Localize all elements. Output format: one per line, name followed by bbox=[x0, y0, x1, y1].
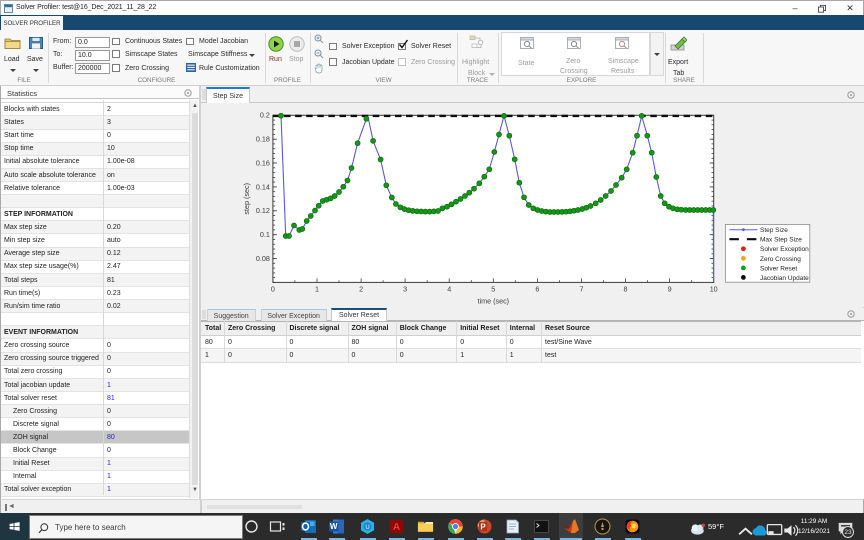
svg-text:U: U bbox=[365, 525, 369, 531]
svg-text:Step Size: Step Size bbox=[760, 227, 788, 234]
svg-text:0.12: 0.12 bbox=[256, 206, 270, 215]
svg-text:0.16: 0.16 bbox=[256, 158, 270, 167]
svg-text:Zero Crossing: Zero Crossing bbox=[760, 256, 801, 263]
svg-text:9: 9 bbox=[668, 284, 672, 293]
svg-text:Jacobian Update: Jacobian Update bbox=[760, 275, 809, 282]
svg-text:0.18: 0.18 bbox=[256, 135, 270, 144]
svg-text:0: 0 bbox=[271, 284, 275, 293]
svg-text:0.2: 0.2 bbox=[260, 111, 270, 120]
svg-text:A: A bbox=[393, 522, 400, 533]
svg-text:0.1: 0.1 bbox=[260, 230, 270, 239]
svg-text:3: 3 bbox=[403, 284, 407, 293]
svg-text:P: P bbox=[480, 523, 486, 532]
svg-text:0.14: 0.14 bbox=[256, 182, 270, 191]
svg-text:6: 6 bbox=[535, 284, 539, 293]
svg-text:0.08: 0.08 bbox=[256, 254, 270, 263]
svg-text:1: 1 bbox=[315, 284, 319, 293]
svg-text:Max Step Size: Max Step Size bbox=[760, 237, 802, 244]
svg-text:8: 8 bbox=[624, 284, 628, 293]
svg-text:2: 2 bbox=[359, 284, 363, 293]
svg-text:Solver Reset: Solver Reset bbox=[760, 265, 797, 272]
svg-text:5: 5 bbox=[491, 284, 495, 293]
svg-text:4: 4 bbox=[447, 284, 451, 293]
svg-text:step (sec): step (sec) bbox=[242, 183, 251, 215]
svg-text:time (sec): time (sec) bbox=[478, 296, 510, 305]
svg-text:W: W bbox=[330, 522, 338, 531]
svg-text:7: 7 bbox=[580, 284, 584, 293]
svg-text:10: 10 bbox=[710, 284, 718, 293]
svg-text:Solver Exception: Solver Exception bbox=[760, 246, 809, 253]
